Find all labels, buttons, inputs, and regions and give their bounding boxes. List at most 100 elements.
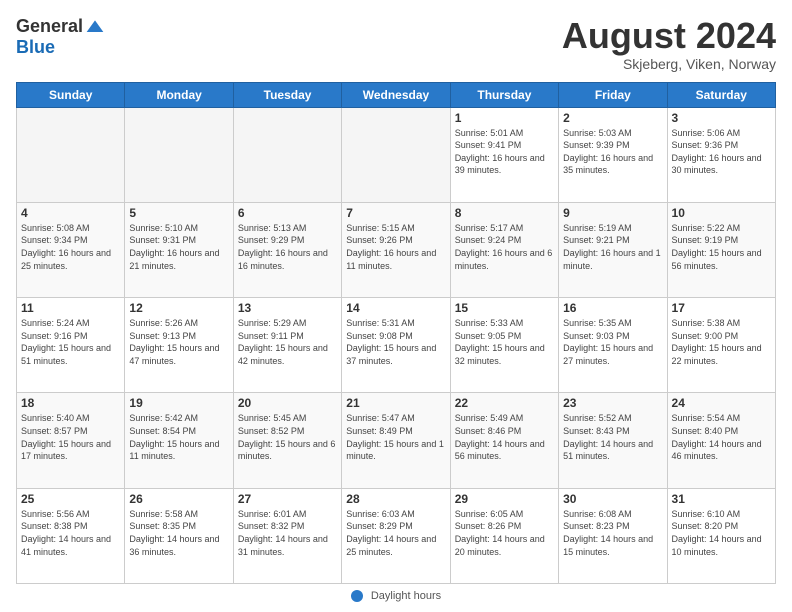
day-info: Sunrise: 5:45 AMSunset: 8:52 PMDaylight:… [238, 412, 337, 462]
calendar-cell: 12Sunrise: 5:26 AMSunset: 9:13 PMDayligh… [125, 298, 233, 393]
calendar-cell [342, 107, 450, 202]
day-number: 10 [672, 206, 771, 220]
footer-dot [351, 590, 363, 602]
day-header-friday: Friday [559, 82, 667, 107]
day-number: 19 [129, 396, 228, 410]
calendar-cell: 25 Sunrise: 5:56 AMSunset: 8:38 PMDayligh… [17, 488, 125, 583]
calendar-cell: 21Sunrise: 5:47 AMSunset: 8:49 PMDayligh… [342, 393, 450, 488]
day-info: Sunrise: 5:08 AMSunset: 9:34 PMDaylight:… [21, 222, 120, 272]
calendar-cell: 22 Sunrise: 5:49 AMSunset: 8:46 PMDayligh… [450, 393, 558, 488]
day-info: Sunrise: 5:01 AMSunset: 9:41 PMDaylight:… [455, 127, 554, 177]
day-header-tuesday: Tuesday [233, 82, 341, 107]
week-row-1: 1 Sunrise: 5:01 AMSunset: 9:41 PMDaylight… [17, 107, 776, 202]
day-number: 25 [21, 492, 120, 506]
calendar-cell: 15 Sunrise: 5:33 AMSunset: 9:05 PMDayligh… [450, 298, 558, 393]
day-number: 28 [346, 492, 445, 506]
day-info: Sunrise: 5:29 AMSunset: 9:11 PMDaylight:… [238, 317, 337, 367]
day-info: Sunrise: 6:05 AMSunset: 8:26 PMDaylight:… [455, 508, 554, 558]
week-row-3: 11 Sunrise: 5:24 AMSunset: 9:16 PMDayligh… [17, 298, 776, 393]
day-info: Sunrise: 5:52 AMSunset: 8:43 PMDaylight:… [563, 412, 662, 462]
calendar-cell: 27Sunrise: 6:01 AMSunset: 8:32 PMDayligh… [233, 488, 341, 583]
day-number: 18 [21, 396, 120, 410]
day-number: 17 [672, 301, 771, 315]
day-header-sunday: Sunday [17, 82, 125, 107]
calendar-cell: 1 Sunrise: 5:01 AMSunset: 9:41 PMDaylight… [450, 107, 558, 202]
calendar-cell: 28 Sunrise: 6:03 AMSunset: 8:29 PMDayligh… [342, 488, 450, 583]
day-header-monday: Monday [125, 82, 233, 107]
day-info: Sunrise: 5:54 AMSunset: 8:40 PMDaylight:… [672, 412, 771, 462]
calendar-cell: 17 Sunrise: 5:38 AMSunset: 9:00 PMDayligh… [667, 298, 775, 393]
footer: Daylight hours [16, 584, 776, 602]
day-info: Sunrise: 5:56 AMSunset: 8:38 PMDaylight:… [21, 508, 120, 558]
logo-text: General [16, 16, 105, 37]
day-info: Sunrise: 5:33 AMSunset: 9:05 PMDaylight:… [455, 317, 554, 367]
day-info: Sunrise: 5:35 AMSunset: 9:03 PMDaylight:… [563, 317, 662, 367]
day-info: Sunrise: 5:40 AMSunset: 8:57 PMDaylight:… [21, 412, 120, 462]
day-info: Sunrise: 5:31 AMSunset: 9:08 PMDaylight:… [346, 317, 445, 367]
day-number: 13 [238, 301, 337, 315]
day-info: Sunrise: 5:06 AMSunset: 9:36 PMDaylight:… [672, 127, 771, 177]
month-year: August 2024 [562, 16, 776, 56]
day-number: 12 [129, 301, 228, 315]
calendar-cell: 6Sunrise: 5:13 AMSunset: 9:29 PMDaylight… [233, 202, 341, 297]
day-number: 3 [672, 111, 771, 125]
day-number: 9 [563, 206, 662, 220]
logo-blue: Blue [16, 37, 55, 58]
location: Skjeberg, Viken, Norway [562, 56, 776, 72]
calendar-cell: 16 Sunrise: 5:35 AMSunset: 9:03 PMDayligh… [559, 298, 667, 393]
calendar-cell: 11 Sunrise: 5:24 AMSunset: 9:16 PMDayligh… [17, 298, 125, 393]
calendar: SundayMondayTuesdayWednesdayThursdayFrid… [16, 82, 776, 584]
logo-general: General [16, 16, 83, 37]
day-info: Sunrise: 6:10 AMSunset: 8:20 PMDaylight:… [672, 508, 771, 558]
day-number: 27 [238, 492, 337, 506]
day-number: 2 [563, 111, 662, 125]
week-row-4: 18 Sunrise: 5:40 AMSunset: 8:57 PMDayligh… [17, 393, 776, 488]
day-number: 5 [129, 206, 228, 220]
day-info: Sunrise: 5:19 AMSunset: 9:21 PMDaylight:… [563, 222, 662, 272]
calendar-cell: 20 Sunrise: 5:45 AMSunset: 8:52 PMDayligh… [233, 393, 341, 488]
day-number: 31 [672, 492, 771, 506]
calendar-cell: 2 Sunrise: 5:03 AMSunset: 9:39 PMDaylight… [559, 107, 667, 202]
day-number: 16 [563, 301, 662, 315]
day-info: Sunrise: 6:03 AMSunset: 8:29 PMDaylight:… [346, 508, 445, 558]
logo: General Blue [16, 16, 105, 58]
day-number: 8 [455, 206, 554, 220]
day-info: Sunrise: 5:42 AMSunset: 8:54 PMDaylight:… [129, 412, 228, 462]
title-area: August 2024 Skjeberg, Viken, Norway [562, 16, 776, 72]
day-info: Sunrise: 5:24 AMSunset: 9:16 PMDaylight:… [21, 317, 120, 367]
day-info: Sunrise: 5:22 AMSunset: 9:19 PMDaylight:… [672, 222, 771, 272]
page: General Blue August 2024 Skjeberg, Viken… [0, 0, 792, 612]
calendar-cell: 23Sunrise: 5:52 AMSunset: 8:43 PMDayligh… [559, 393, 667, 488]
day-number: 15 [455, 301, 554, 315]
week-row-5: 25 Sunrise: 5:56 AMSunset: 8:38 PMDayligh… [17, 488, 776, 583]
calendar-cell [17, 107, 125, 202]
calendar-cell: 29 Sunrise: 6:05 AMSunset: 8:26 PMDayligh… [450, 488, 558, 583]
day-info: Sunrise: 5:49 AMSunset: 8:46 PMDaylight:… [455, 412, 554, 462]
calendar-cell: 9 Sunrise: 5:19 AMSunset: 9:21 PMDaylight… [559, 202, 667, 297]
calendar-cell: 10 Sunrise: 5:22 AMSunset: 9:19 PMDayligh… [667, 202, 775, 297]
day-number: 11 [21, 301, 120, 315]
calendar-cell: 26 Sunrise: 5:58 AMSunset: 8:35 PMDayligh… [125, 488, 233, 583]
day-number: 26 [129, 492, 228, 506]
day-number: 30 [563, 492, 662, 506]
day-number: 14 [346, 301, 445, 315]
day-header-saturday: Saturday [667, 82, 775, 107]
calendar-cell: 13 Sunrise: 5:29 AMSunset: 9:11 PMDayligh… [233, 298, 341, 393]
day-number: 22 [455, 396, 554, 410]
day-number: 29 [455, 492, 554, 506]
day-number: 1 [455, 111, 554, 125]
day-number: 6 [238, 206, 337, 220]
calendar-cell: 24Sunrise: 5:54 AMSunset: 8:40 PMDayligh… [667, 393, 775, 488]
day-info: Sunrise: 6:08 AMSunset: 8:23 PMDaylight:… [563, 508, 662, 558]
calendar-cell: 14 Sunrise: 5:31 AMSunset: 9:08 PMDayligh… [342, 298, 450, 393]
calendar-cell: 7 Sunrise: 5:15 AMSunset: 9:26 PMDaylight… [342, 202, 450, 297]
day-number: 20 [238, 396, 337, 410]
day-info: Sunrise: 5:03 AMSunset: 9:39 PMDaylight:… [563, 127, 662, 177]
day-info: Sunrise: 5:38 AMSunset: 9:00 PMDaylight:… [672, 317, 771, 367]
day-info: Sunrise: 5:15 AMSunset: 9:26 PMDaylight:… [346, 222, 445, 272]
day-info: Sunrise: 5:58 AMSunset: 8:35 PMDaylight:… [129, 508, 228, 558]
day-info: Sunrise: 5:10 AMSunset: 9:31 PMDaylight:… [129, 222, 228, 272]
day-info: Sunrise: 5:47 AMSunset: 8:49 PMDaylight:… [346, 412, 445, 462]
day-number: 7 [346, 206, 445, 220]
header: General Blue August 2024 Skjeberg, Viken… [16, 16, 776, 72]
